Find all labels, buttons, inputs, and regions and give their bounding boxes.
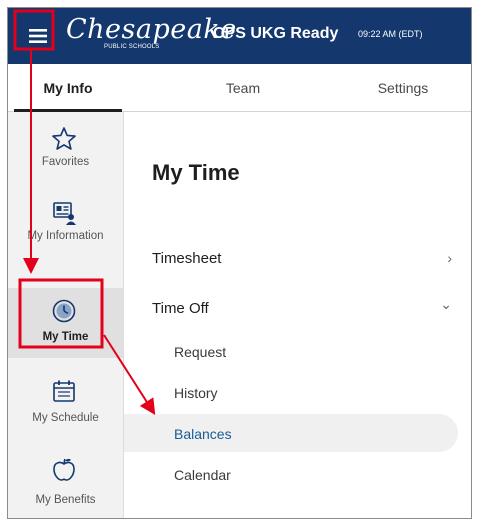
submenu-item-calendar[interactable]: Calendar (174, 467, 231, 483)
sidebar-item-label: My Benefits (35, 494, 96, 506)
submenu-item-history[interactable]: History (174, 385, 218, 401)
tab-my-info[interactable]: My Info (8, 64, 128, 112)
calendar-icon (53, 380, 75, 402)
tab-label: Settings (377, 79, 429, 96)
tab-label: Team (225, 79, 261, 96)
id-card-icon (53, 202, 76, 225)
tab-team[interactable]: Team (178, 64, 308, 111)
menu-item-timesheet[interactable]: Timesheet › (152, 250, 452, 267)
sidebar: Favorites My Information My Time My Sche… (8, 112, 124, 518)
top-bar: Chesapeake PUBLIC SCHOOLS CPS UKG Ready … (8, 8, 471, 64)
app-title: CPS UKG Ready (213, 25, 339, 42)
tab-label: My Info (43, 79, 93, 96)
sidebar-item-label: Favorites (41, 156, 90, 168)
sidebar-item-favorites[interactable]: Favorites (8, 112, 123, 182)
submenu-item-request[interactable]: Request (174, 344, 226, 360)
menu-item-time-off[interactable]: Time Off ⌄ (152, 296, 452, 317)
app-window: Chesapeake PUBLIC SCHOOLS CPS UKG Ready … (7, 7, 472, 519)
sidebar-item-my-time[interactable]: My Time (8, 288, 123, 358)
chevron-right-icon: › (447, 250, 452, 266)
sidebar-item-my-schedule[interactable]: My Schedule (8, 372, 123, 442)
tab-settings[interactable]: Settings (338, 64, 468, 111)
menu-item-label: Timesheet (152, 250, 222, 267)
menu-button[interactable] (18, 16, 58, 56)
hamburger-icon (29, 29, 47, 43)
sidebar-item-label: My Schedule (32, 412, 99, 424)
logo-subtitle: PUBLIC SCHOOLS (104, 44, 160, 50)
clock: 09:22 AM (EDT) (358, 29, 423, 39)
main-content: My Time Timesheet › Time Off ⌄ Request H… (124, 112, 471, 518)
submenu-item-balances[interactable]: Balances (174, 426, 232, 442)
sidebar-item-label: My Information (27, 230, 104, 242)
menu-item-label: Time Off (152, 300, 209, 317)
sidebar-item-my-benefits[interactable]: My Benefits (8, 450, 123, 518)
clock-icon (52, 299, 76, 323)
star-icon (52, 127, 76, 150)
page-title: My Time (152, 160, 240, 185)
tab-bar: My Info Team Settings (8, 64, 471, 112)
sidebar-item-label: My Time (42, 331, 89, 343)
logo-script: Chesapeake (66, 14, 237, 45)
apple-icon (53, 458, 75, 481)
chevron-down-icon: ⌄ (440, 296, 452, 312)
sidebar-item-my-information[interactable]: My Information (8, 194, 123, 264)
